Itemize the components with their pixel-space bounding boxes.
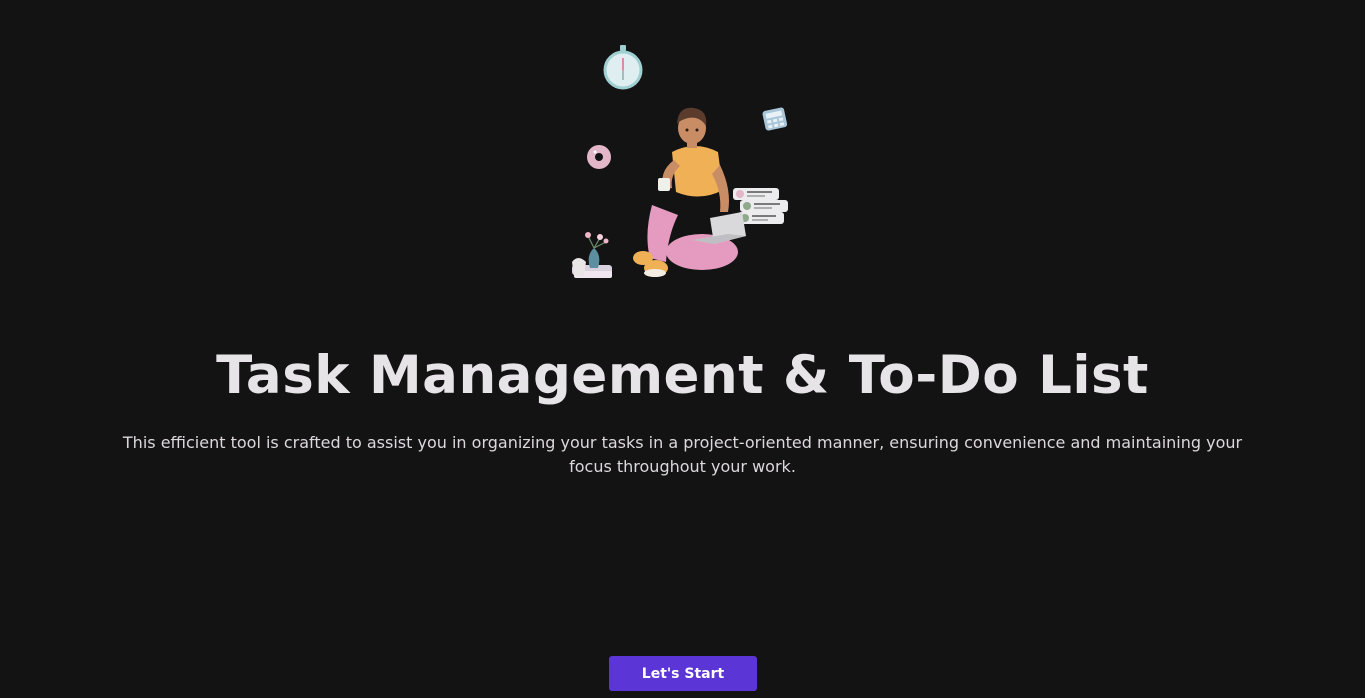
page-description: This efficient tool is crafted to assist…	[122, 433, 1243, 476]
hero-illustration	[560, 40, 800, 290]
landing-page: Task Management & To-Do List This effici…	[0, 0, 1365, 698]
calculator-icon	[762, 107, 788, 131]
person-icon	[633, 107, 746, 277]
donut-icon	[587, 145, 611, 169]
page-title: Task Management & To-Do List	[216, 345, 1149, 406]
lets-start-button[interactable]: Let's Start	[609, 656, 757, 691]
vase-icon	[572, 232, 612, 278]
stopwatch-icon	[603, 45, 643, 90]
